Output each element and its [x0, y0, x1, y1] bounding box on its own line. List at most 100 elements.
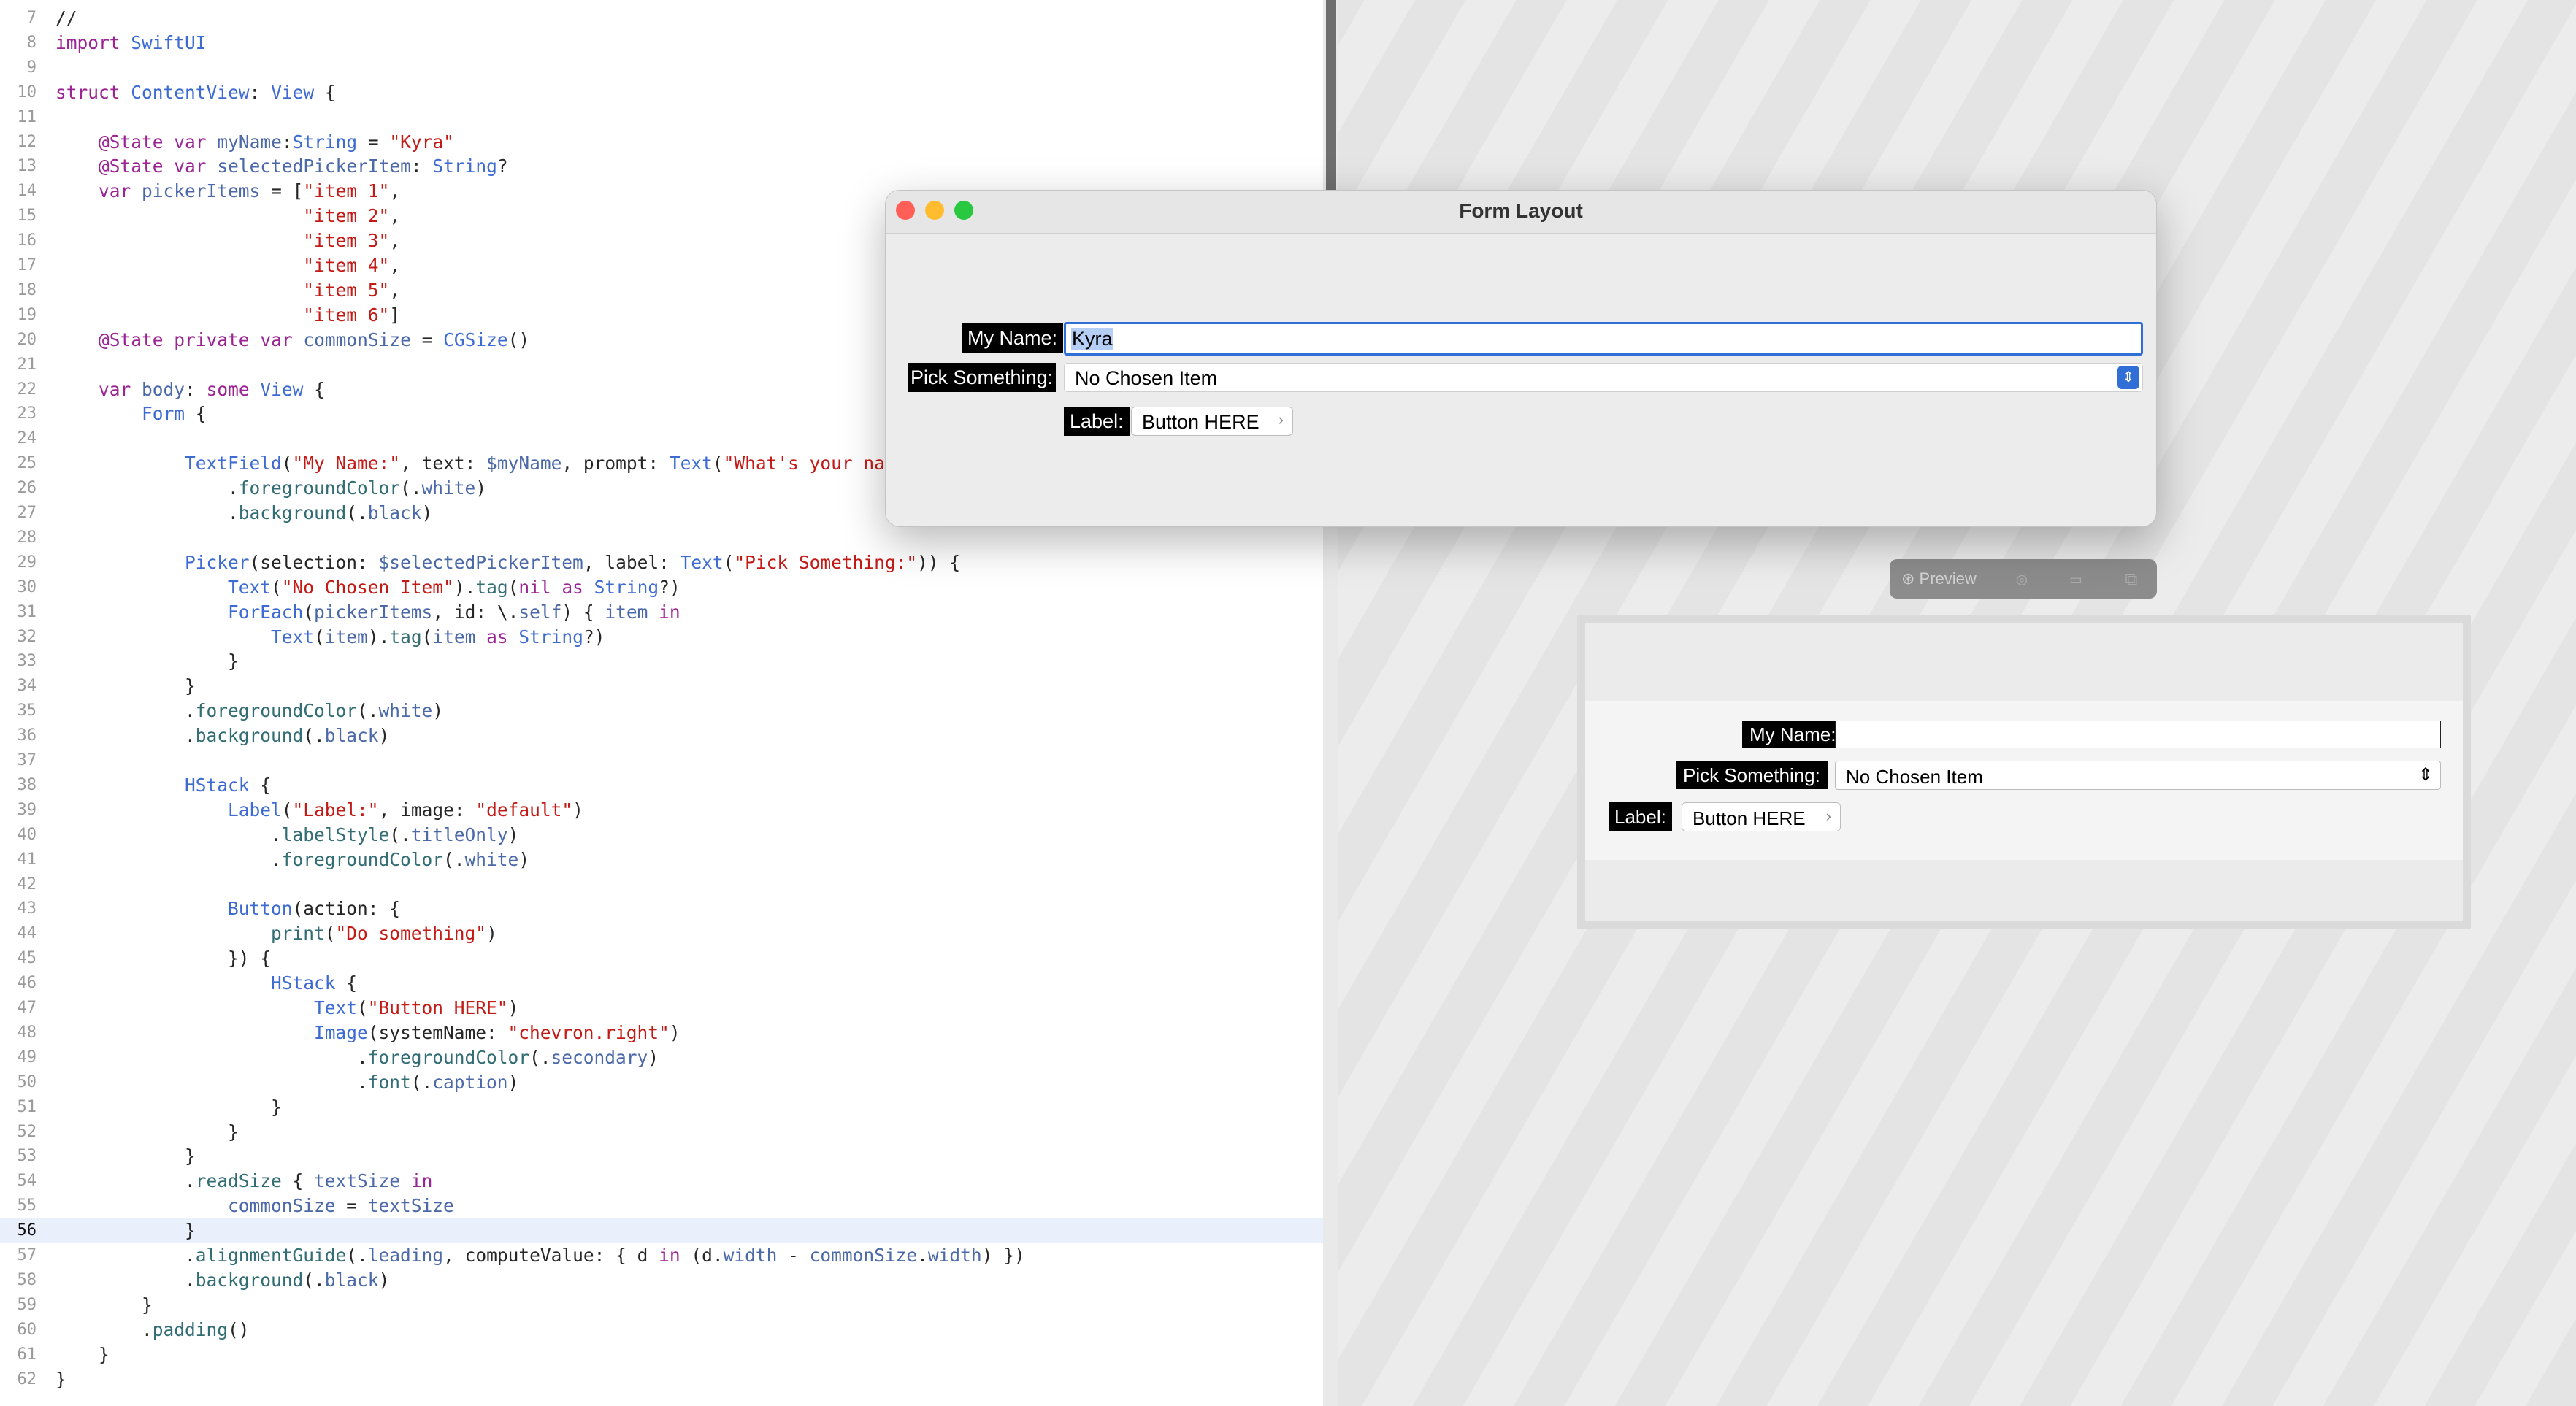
duplicate-icon[interactable]: ⧉: [2120, 568, 2142, 590]
code-line[interactable]: 30 Text("No Chosen Item").tag(nil as Str…: [0, 575, 1323, 600]
code-line[interactable]: 35 .foregroundColor(.white): [0, 699, 1323, 723]
code-line[interactable]: 34 }: [0, 674, 1323, 699]
code-text[interactable]: Text("No Chosen Item").tag(nil as String…: [55, 575, 681, 600]
code-line[interactable]: 32 Text(item).tag(item as String?): [0, 625, 1323, 650]
code-text[interactable]: .background(.black): [55, 723, 389, 748]
code-text[interactable]: @State var myName:String = "Kyra": [55, 130, 454, 155]
code-line[interactable]: 50 .font(.caption): [0, 1070, 1323, 1095]
code-line[interactable]: 52 }: [0, 1120, 1323, 1145]
preview-name-field[interactable]: [1835, 721, 2441, 748]
code-text[interactable]: Image(systemName: "chevron.right"): [55, 1021, 681, 1045]
code-text[interactable]: .background(.black): [55, 1268, 389, 1293]
code-text[interactable]: Label("Label:", image: "default"): [55, 798, 583, 823]
code-text[interactable]: }: [55, 1144, 196, 1169]
code-text[interactable]: .background(.black): [55, 501, 432, 526]
code-text[interactable]: @State var selectedPickerItem: String?: [55, 154, 508, 179]
code-text[interactable]: HStack {: [55, 773, 271, 798]
code-line[interactable]: 43 Button(action: {: [0, 896, 1323, 921]
code-text[interactable]: commonSize = textSize: [55, 1194, 454, 1218]
code-text[interactable]: Text("Button HERE"): [55, 996, 518, 1021]
code-line[interactable]: 10 struct ContentView: View {: [0, 80, 1323, 105]
code-text[interactable]: }: [55, 649, 239, 674]
code-text[interactable]: Picker(selection: $selectedPickerItem, l…: [55, 550, 960, 575]
code-text[interactable]: }: [55, 1120, 239, 1145]
code-text[interactable]: }: [55, 674, 196, 699]
code-text[interactable]: print("Do something"): [55, 921, 497, 946]
code-text[interactable]: .labelStyle(.titleOnly): [55, 823, 518, 848]
preview-button[interactable]: Button HERE ›: [1682, 802, 1841, 831]
editor-scrollbar[interactable]: [1326, 0, 1336, 191]
code-text[interactable]: }: [55, 1095, 282, 1120]
code-text[interactable]: ForEach(pickerItems, id: \.self) { item …: [55, 600, 681, 625]
updown-chevron-icon[interactable]: ⇕: [2117, 366, 2139, 389]
code-line[interactable]: 41 .foregroundColor(.white): [0, 848, 1323, 872]
code-text[interactable]: .font(.caption): [55, 1070, 518, 1095]
code-text[interactable]: .foregroundColor(.white): [55, 476, 486, 501]
code-text[interactable]: "item 2",: [55, 204, 400, 228]
code-text[interactable]: "item 5",: [55, 278, 400, 303]
code-line[interactable]: 59 }: [0, 1293, 1323, 1318]
code-text[interactable]: }: [55, 1342, 110, 1367]
picker[interactable]: No Chosen Item ⇕: [1064, 363, 2143, 392]
code-line[interactable]: 57 .alignmentGuide(.leading, computeValu…: [0, 1243, 1323, 1268]
code-text[interactable]: }: [55, 1293, 153, 1318]
code-line[interactable]: 45 }) {: [0, 946, 1323, 971]
code-text[interactable]: "item 3",: [55, 228, 400, 253]
preview-picker[interactable]: No Chosen Item ⇕: [1835, 761, 2441, 790]
code-text[interactable]: TextField("My Name:", text: $myName, pro…: [55, 451, 885, 476]
device-icon[interactable]: ▭: [2065, 568, 2087, 590]
code-line[interactable]: 60 .padding(): [0, 1318, 1323, 1342]
code-text[interactable]: .foregroundColor(.white): [55, 848, 529, 872]
name-field[interactable]: Kyra: [1064, 322, 2143, 356]
inspect-icon[interactable]: ◎: [2011, 568, 2033, 590]
code-line[interactable]: 49 .foregroundColor(.secondary): [0, 1045, 1323, 1070]
code-line[interactable]: 38 HStack {: [0, 773, 1323, 798]
code-line[interactable]: 36 .background(.black): [0, 723, 1323, 748]
code-line[interactable]: 29 Picker(selection: $selectedPickerItem…: [0, 550, 1323, 575]
code-line[interactable]: 47 Text("Button HERE"): [0, 996, 1323, 1021]
code-line[interactable]: 54 .readSize { textSize in: [0, 1169, 1323, 1194]
code-text[interactable]: "item 4",: [55, 253, 400, 278]
code-text[interactable]: @State private var commonSize = CGSize(): [55, 328, 529, 353]
code-text[interactable]: Button(action: {: [55, 896, 400, 921]
preview-label[interactable]: ⊛ Preview: [1901, 569, 1977, 588]
code-line[interactable]: 9: [0, 55, 1323, 80]
code-text[interactable]: .alignmentGuide(.leading, computeValue: …: [55, 1243, 1025, 1268]
code-text[interactable]: Text(item).tag(item as String?): [55, 625, 605, 650]
code-line[interactable]: 8 import SwiftUI: [0, 31, 1323, 55]
code-text[interactable]: .foregroundColor(.white): [55, 699, 443, 723]
code-text[interactable]: var pickerItems = ["item 1",: [55, 179, 400, 204]
code-text[interactable]: "item 6"]: [55, 303, 400, 328]
code-line[interactable]: 28: [0, 526, 1323, 550]
code-text[interactable]: }) {: [55, 946, 271, 971]
code-text[interactable]: }: [55, 1218, 196, 1243]
code-line[interactable]: 42: [0, 872, 1323, 897]
code-text[interactable]: .padding(): [55, 1318, 250, 1342]
action-button[interactable]: Button HERE ›: [1131, 407, 1293, 436]
code-text[interactable]: Form {: [55, 402, 207, 426]
code-line[interactable]: 13 @State var selectedPickerItem: String…: [0, 154, 1323, 179]
code-line[interactable]: 58 .background(.black): [0, 1268, 1323, 1293]
code-line[interactable]: 11: [0, 105, 1323, 130]
code-line[interactable]: 44 print("Do something"): [0, 921, 1323, 946]
code-line[interactable]: 62}: [0, 1367, 1323, 1392]
code-text[interactable]: struct ContentView: View {: [55, 80, 336, 105]
code-text[interactable]: var body: some View {: [55, 377, 325, 402]
code-line[interactable]: 56 }: [0, 1218, 1323, 1244]
code-text[interactable]: import SwiftUI: [55, 31, 207, 55]
code-line[interactable]: 46 HStack {: [0, 971, 1323, 996]
window-titlebar[interactable]: Form Layout: [886, 191, 2156, 234]
code-line[interactable]: 48 Image(systemName: "chevron.right"): [0, 1021, 1323, 1045]
code-line[interactable]: 40 .labelStyle(.titleOnly): [0, 823, 1323, 848]
code-text[interactable]: HStack {: [55, 971, 357, 996]
code-line[interactable]: 53 }: [0, 1144, 1323, 1169]
code-line[interactable]: 51 }: [0, 1095, 1323, 1120]
code-line[interactable]: 61 }: [0, 1342, 1323, 1367]
code-text[interactable]: }: [55, 1367, 66, 1392]
code-line[interactable]: 31 ForEach(pickerItems, id: \.self) { it…: [0, 600, 1323, 625]
code-line[interactable]: 37: [0, 748, 1323, 773]
code-text[interactable]: .foregroundColor(.secondary): [55, 1045, 659, 1070]
code-line[interactable]: 55 commonSize = textSize: [0, 1194, 1323, 1218]
code-text[interactable]: .readSize { textSize in: [55, 1169, 432, 1194]
code-text[interactable]: //: [55, 6, 77, 31]
